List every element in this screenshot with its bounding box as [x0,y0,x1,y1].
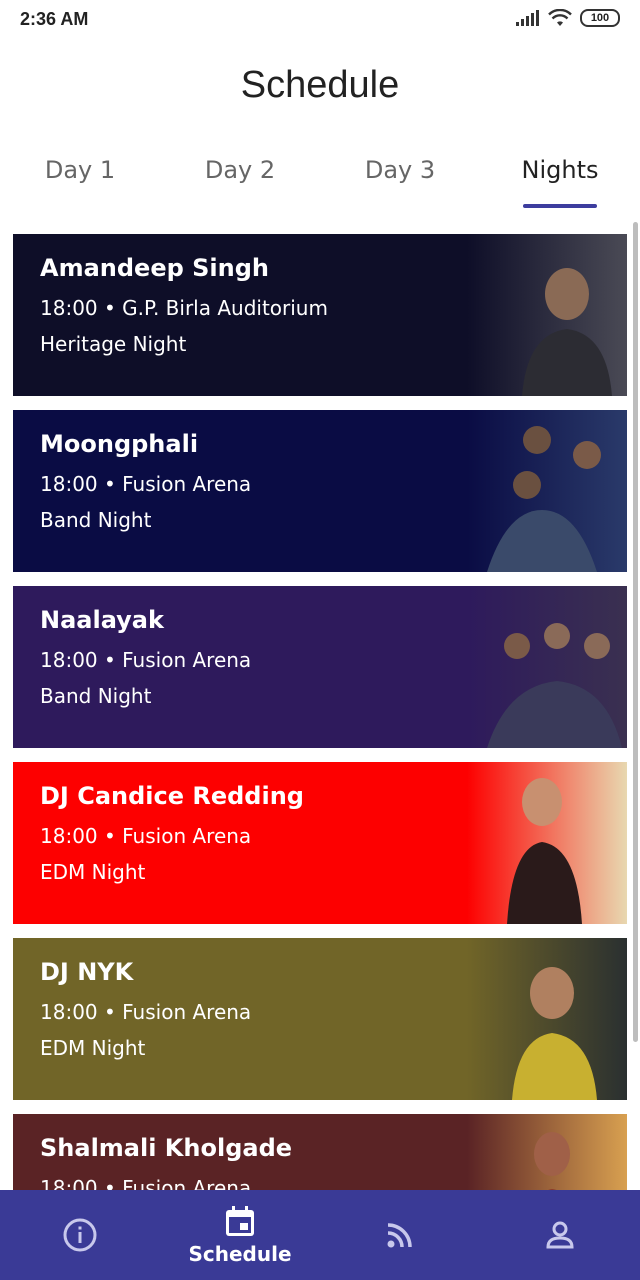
artist-photo [467,938,627,1100]
tab-nights[interactable]: Nights [480,150,640,210]
event-name: DJ Candice Redding [40,782,304,810]
event-category: EDM Night [40,860,146,884]
status-time: 2:36 AM [20,9,89,29]
tab-day-1[interactable]: Day 1 [0,150,160,210]
event-time-venue: 18:00 • G.P. Birla Auditorium [40,296,328,320]
nav-feed[interactable] [320,1190,480,1280]
event-card-moongphali[interactable]: Moongphali 18:00 • Fusion Arena Band Nig… [13,410,627,572]
event-time-venue: 18:00 • Fusion Arena [40,1176,252,1190]
event-card-dj-candice-redding[interactable]: DJ Candice Redding 18:00 • Fusion Arena … [13,762,627,924]
event-card-amandeep-singh[interactable]: Amandeep Singh 18:00 • G.P. Birla Audito… [13,234,627,396]
day-tabs: Day 1 Day 2 Day 3 Nights [0,150,640,210]
artist-photo [467,586,627,748]
event-category: Band Night [40,684,152,708]
page-title: Schedule [240,64,400,106]
event-category: Heritage Night [40,332,187,356]
status-bar: 2:36 AM 100 [0,0,640,40]
signal-icon [516,10,539,26]
event-name: Moongphali [40,430,199,458]
info-icon [63,1218,97,1252]
person-icon [546,1221,574,1249]
event-time-venue: 18:00 • Fusion Arena [40,648,252,672]
nav-schedule[interactable]: Schedule [160,1190,320,1280]
artist-photo [467,1114,627,1190]
battery-icon: 100 [580,9,620,27]
scrollbar[interactable] [633,222,638,1042]
event-time-venue: 18:00 • Fusion Arena [40,472,252,496]
tab-day-2[interactable]: Day 2 [160,150,320,210]
event-card-naalayak[interactable]: Naalayak 18:00 • Fusion Arena Band Night [13,586,627,748]
event-time-venue: 18:00 • Fusion Arena [40,1000,252,1024]
event-card-shalmali-kholgade[interactable]: Shalmali Kholgade 18:00 • Fusion Arena [13,1114,627,1190]
artist-photo [467,410,627,572]
status-icons: 100 [516,9,620,27]
artist-photo [467,762,627,924]
artist-photo [467,234,627,396]
event-category: Band Night [40,508,152,532]
event-category: EDM Night [40,1036,146,1060]
event-card-dj-nyk[interactable]: DJ NYK 18:00 • Fusion Arena EDM Night [13,938,627,1100]
event-time-venue: 18:00 • Fusion Arena [40,824,252,848]
rss-icon [387,1223,412,1248]
event-name: Amandeep Singh [40,254,269,282]
nav-info[interactable] [0,1190,160,1280]
wifi-icon [548,9,572,26]
nav-schedule-label: Schedule [188,1242,292,1266]
bottom-nav: Schedule [0,1190,640,1280]
event-name: DJ NYK [40,958,134,986]
nav-profile[interactable] [480,1190,640,1280]
calendar-icon [226,1206,254,1236]
event-name: Shalmali Kholgade [40,1134,293,1162]
event-list[interactable]: Amandeep Singh 18:00 • G.P. Birla Audito… [13,234,627,1190]
tab-day-3[interactable]: Day 3 [320,150,480,210]
event-name: Naalayak [40,606,164,634]
